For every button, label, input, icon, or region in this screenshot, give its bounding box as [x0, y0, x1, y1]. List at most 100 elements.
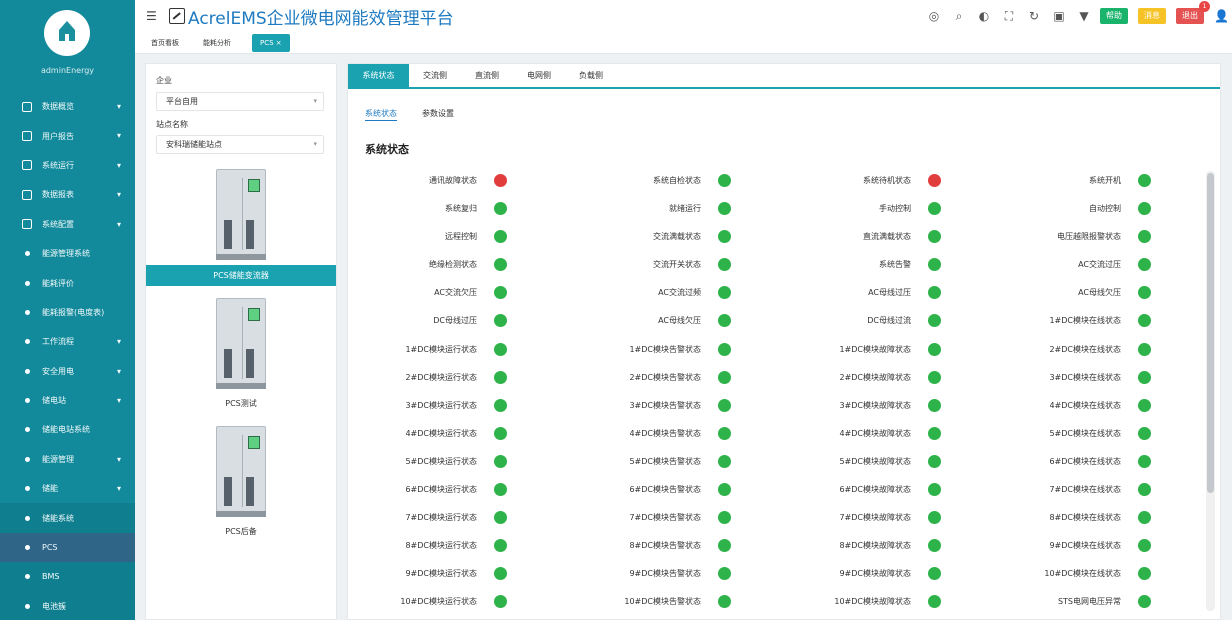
sidebar-item[interactable]: 能源管理系统: [0, 239, 135, 268]
status-item: 系统复归: [307, 195, 507, 223]
sidebar-item[interactable]: 安全用电 ▾: [0, 357, 135, 386]
sidebar-item[interactable]: 系统配置 ▾: [0, 210, 135, 239]
app-logo-icon: [169, 8, 185, 24]
scrollbar-thumb[interactable]: [1207, 173, 1214, 493]
status-label: 3#DC模块告警状态: [629, 400, 701, 410]
status-indicator-icon: [718, 398, 731, 412]
fullscreen-icon[interactable]: ⛶: [1000, 7, 1018, 25]
sidebar-item[interactable]: 工作流程 ▾: [0, 327, 135, 356]
status-indicator-icon: [928, 567, 941, 581]
menu-toggle-icon[interactable]: ☰: [146, 9, 157, 23]
status-label: 8#DC模块运行状态: [405, 541, 477, 551]
status-label: 交流满载状态: [653, 232, 701, 242]
chevron-down-icon: ▾: [116, 366, 121, 376]
status-item: 8#DC模块告警状态: [531, 532, 731, 560]
chevron-down-icon: ▾: [116, 131, 121, 141]
section-title: 系统状态: [365, 143, 409, 156]
logout-button[interactable]: 退出 1: [1176, 1, 1210, 24]
status-item: 6#DC模块故障状态: [741, 476, 941, 504]
tab-ac-side[interactable]: 交流侧: [409, 64, 461, 87]
sidebar-item[interactable]: 数据报表 ▾: [0, 180, 135, 209]
tab-pcs[interactable]: PCS ×: [252, 34, 290, 52]
help-button[interactable]: 帮助: [1100, 8, 1128, 24]
volume-icon[interactable]: ◐: [975, 7, 993, 25]
close-icon[interactable]: ×: [276, 39, 282, 47]
status-row: 8#DC模块运行状态 8#DC模块告警状态 8#DC模块故障状态 9#DC模块在线状态: [348, 532, 1203, 560]
sidebar-item[interactable]: 能耗评价: [0, 268, 135, 297]
status-indicator-icon: [928, 398, 941, 412]
subtab-params[interactable]: 参数设置: [422, 108, 454, 119]
sidebar-item[interactable]: BMS: [0, 562, 135, 592]
status-item: 2#DC模块告警状态: [531, 364, 731, 392]
tab-dc-side[interactable]: 直流侧: [461, 64, 513, 87]
menu-icon: [22, 219, 32, 230]
sidebar-item-label: 储电站: [42, 396, 66, 406]
scrollbar[interactable]: [1206, 171, 1215, 611]
sidebar-item-label: 能耗评价: [42, 278, 74, 288]
sidebar-item[interactable]: 能源管理 ▾: [0, 445, 135, 474]
sidebar-item[interactable]: 储能 ▾: [0, 474, 135, 503]
status-indicator-icon: [928, 258, 941, 272]
sidebar-item[interactable]: 系统运行 ▾: [0, 151, 135, 180]
status-indicator-icon: [1138, 595, 1151, 609]
tab-grid-side[interactable]: 电网侧: [513, 64, 565, 87]
sidebar-item-label: 数据报表: [42, 190, 74, 200]
sidebar-item[interactable]: 储电站 ▾: [0, 386, 135, 415]
sidebar-item[interactable]: 能耗报警(电度表): [0, 298, 135, 327]
status-indicator-icon: [1138, 567, 1151, 581]
tab-energy-analysis[interactable]: 能耗分析: [195, 34, 239, 52]
status-label: 1#DC模块运行状态: [405, 344, 477, 354]
status-label: 10#DC模块在线状态: [1044, 569, 1121, 579]
status-indicator-icon: [494, 539, 507, 553]
cabinet-image: [216, 298, 266, 389]
status-indicator-icon: [928, 370, 941, 384]
status-indicator-icon: [718, 595, 731, 609]
message-label: 消息: [1144, 11, 1160, 20]
image-icon[interactable]: ▣: [1050, 7, 1068, 25]
tab-home[interactable]: 首页看板: [143, 34, 187, 52]
status-label: 就绪运行: [669, 204, 701, 214]
status-item: 2#DC模块故障状态: [741, 364, 941, 392]
sidebar-item[interactable]: 用户报告 ▾: [0, 121, 135, 150]
logo-door-shape: [65, 34, 69, 41]
status-label: 系统待机状态: [863, 176, 911, 185]
status-indicator-icon: [494, 174, 507, 187]
status-item: 8#DC模块故障状态: [741, 532, 941, 560]
status-row: 2#DC模块运行状态 2#DC模块告警状态 2#DC模块故障状态 3#DC模块在线状态: [348, 364, 1203, 392]
search-icon[interactable]: ⌕: [950, 7, 968, 25]
monitor-icon[interactable]: ◎: [925, 7, 943, 25]
enterprise-select[interactable]: 平台自用 ▾: [156, 92, 324, 111]
sidebar-item[interactable]: PCS: [0, 532, 135, 563]
status-label: 自动控制: [1089, 204, 1121, 214]
sidebar-item[interactable]: 储能系统: [0, 503, 135, 533]
status-item: 7#DC模块告警状态: [531, 504, 731, 532]
status-indicator-icon: [494, 454, 507, 468]
status-label: 1#DC模块在线状态: [1049, 316, 1121, 326]
status-indicator-icon: [928, 454, 941, 468]
subtab-status[interactable]: 系统状态: [365, 108, 397, 121]
refresh-icon[interactable]: ↻: [1025, 7, 1043, 25]
status-label: 8#DC模块告警状态: [629, 541, 701, 551]
sidebar-item[interactable]: 数据概览 ▾: [0, 92, 135, 121]
bullet-icon: [25, 456, 30, 462]
sidebar-item[interactable]: 电池簇: [0, 591, 135, 620]
station-select[interactable]: 安科瑞储能站点 ▾: [156, 135, 324, 154]
status-item: 1#DC模块在线状态: [951, 307, 1151, 335]
avatar[interactable]: 👤: [1214, 9, 1229, 23]
sidebar-item[interactable]: 储能电站系统: [0, 415, 135, 444]
bullet-icon: [25, 280, 30, 286]
status-label: 5#DC模块故障状态: [839, 456, 911, 466]
main-panel: 系统状态 交流侧 直流侧 电网侧 负载侧 系统状态 参数设置 系统状态 通讯故障…: [347, 63, 1221, 620]
status-item: 3#DC模块告警状态: [531, 392, 731, 420]
status-indicator-icon: [494, 342, 507, 356]
status-label: STS电网电压异常: [1057, 597, 1121, 607]
status-indicator-icon: [494, 511, 507, 525]
tab-system-status[interactable]: 系统状态: [348, 64, 409, 87]
tab-load-side[interactable]: 负载侧: [565, 64, 617, 87]
message-button[interactable]: 消息: [1138, 8, 1166, 24]
status-indicator-icon: [1138, 511, 1151, 525]
chevron-down-icon: ▾: [116, 484, 121, 494]
status-item: AC交流过频: [531, 279, 731, 307]
status-label: 3#DC模块故障状态: [839, 400, 911, 410]
shirt-icon[interactable]: ▼: [1075, 7, 1093, 25]
